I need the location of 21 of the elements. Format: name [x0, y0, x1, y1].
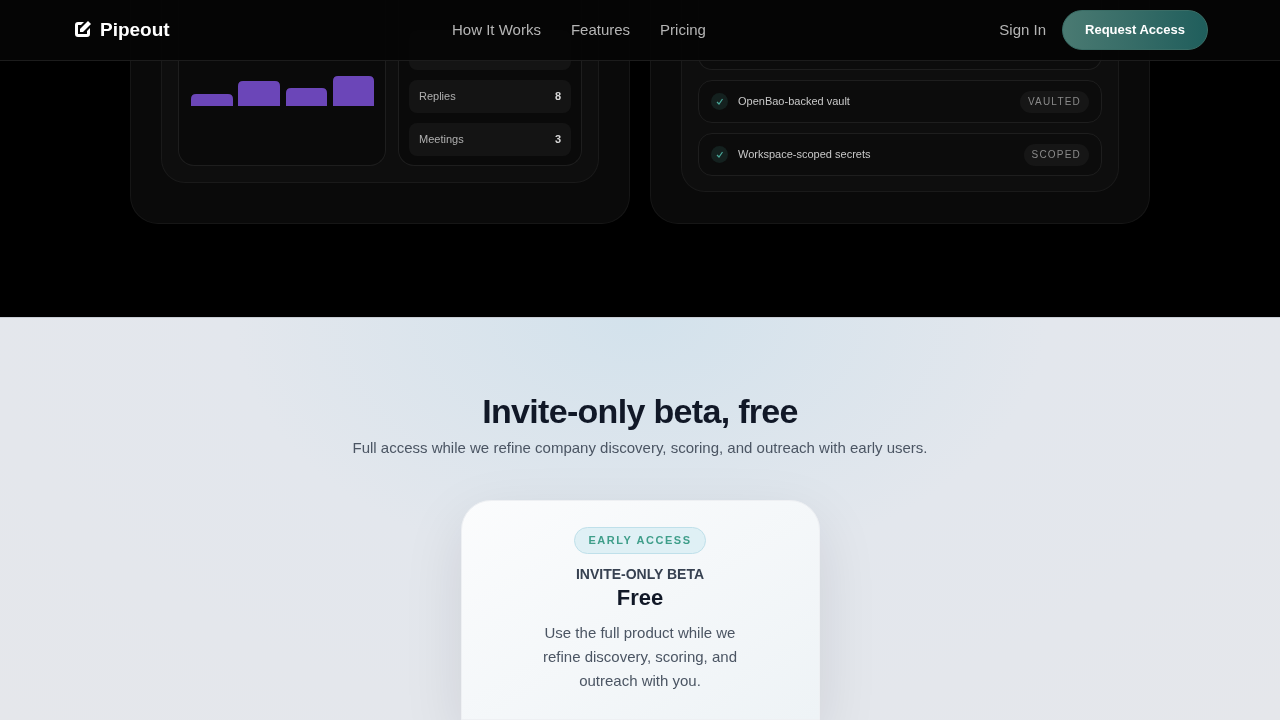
- early-access-badge: EARLY ACCESS: [574, 526, 706, 554]
- section-subtitle: Full access while we refine company discovery, scoring, and outreach with early users.: [352, 438, 928, 458]
- nav-link[interactable]: Pricing: [660, 18, 706, 42]
- stat-value: 3: [554, 132, 561, 148]
- status-tag: SCOPED: [1023, 143, 1089, 166]
- status-tag: VAULTED: [1019, 90, 1089, 113]
- logo-icon: [72, 20, 92, 40]
- nav-link[interactable]: Features: [570, 18, 631, 42]
- security-label: OpenBao-backed vault: [738, 94, 850, 110]
- stat-value: 8: [554, 89, 561, 105]
- stat-label: Replies: [419, 89, 456, 105]
- security-label: Workspace-scoped secrets: [738, 147, 871, 163]
- plan-price: Free: [616, 584, 664, 611]
- stat-label: Meetings: [419, 132, 464, 148]
- brand-name: Pipeout: [100, 17, 170, 42]
- request-access-button[interactable]: Request Access: [1062, 10, 1208, 50]
- section-title: Invite-only beta, free: [482, 391, 798, 431]
- plan-name: INVITE-ONLY BETA: [575, 564, 705, 584]
- sign-in-link[interactable]: Sign In: [999, 18, 1047, 42]
- plan-description: Use the full product while we refine discovery, scoring, and outreach with you.: [542, 622, 738, 691]
- nav-link[interactable]: How It Works: [452, 18, 541, 42]
